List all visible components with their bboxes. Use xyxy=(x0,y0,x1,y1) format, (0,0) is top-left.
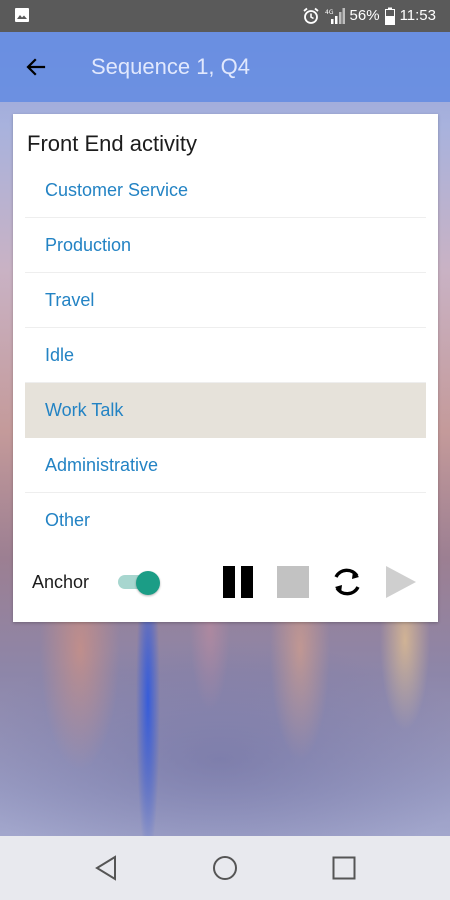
battery-icon xyxy=(384,7,395,25)
list-item-other[interactable]: Other xyxy=(25,493,426,548)
system-nav-bar xyxy=(0,836,450,900)
svg-text:4G: 4G xyxy=(325,9,334,16)
list-item-production[interactable]: Production xyxy=(25,218,426,273)
pause-button[interactable] xyxy=(220,564,256,600)
stop-icon xyxy=(277,566,309,598)
list-item-travel[interactable]: Travel xyxy=(25,273,426,328)
recents-button[interactable] xyxy=(324,848,364,888)
back-arrow-icon xyxy=(26,58,46,76)
toggle-thumb xyxy=(136,571,160,595)
play-icon xyxy=(386,566,416,598)
recents-icon xyxy=(332,856,356,880)
play-button[interactable] xyxy=(382,564,418,600)
controls-row: Anchor xyxy=(13,554,438,610)
list-item-work-talk[interactable]: Work Talk xyxy=(25,383,426,438)
list-item-customer-service[interactable]: Customer Service xyxy=(25,163,426,218)
battery-percent: 56% xyxy=(349,7,380,24)
nav-back-icon xyxy=(95,855,116,881)
activity-list: Customer Service Production Travel Idle … xyxy=(25,163,426,548)
pause-icon xyxy=(223,566,253,598)
back-button[interactable] xyxy=(14,45,58,89)
list-item-idle[interactable]: Idle xyxy=(25,328,426,383)
stop-button[interactable] xyxy=(275,564,311,600)
gallery-icon xyxy=(15,8,29,22)
home-button[interactable] xyxy=(205,848,245,888)
refresh-button[interactable] xyxy=(329,564,365,600)
clock: 11:53 xyxy=(399,7,436,24)
activity-card: Front End activity Customer Service Prod… xyxy=(13,114,438,622)
home-icon xyxy=(213,856,237,880)
list-item-administrative[interactable]: Administrative xyxy=(25,438,426,493)
nav-back-button[interactable] xyxy=(86,848,126,888)
card-heading: Front End activity xyxy=(27,131,197,156)
refresh-icon xyxy=(334,568,360,596)
page-title: Sequence 1, Q4 xyxy=(91,54,251,79)
anchor-toggle[interactable] xyxy=(118,571,160,595)
app-bar: Sequence 1, Q4 xyxy=(0,32,450,102)
anchor-label: Anchor xyxy=(32,572,90,592)
status-bar: 4G 56% 11:53 xyxy=(0,0,450,32)
alarm-icon xyxy=(302,7,319,24)
signal-icon: 4G xyxy=(325,8,345,24)
